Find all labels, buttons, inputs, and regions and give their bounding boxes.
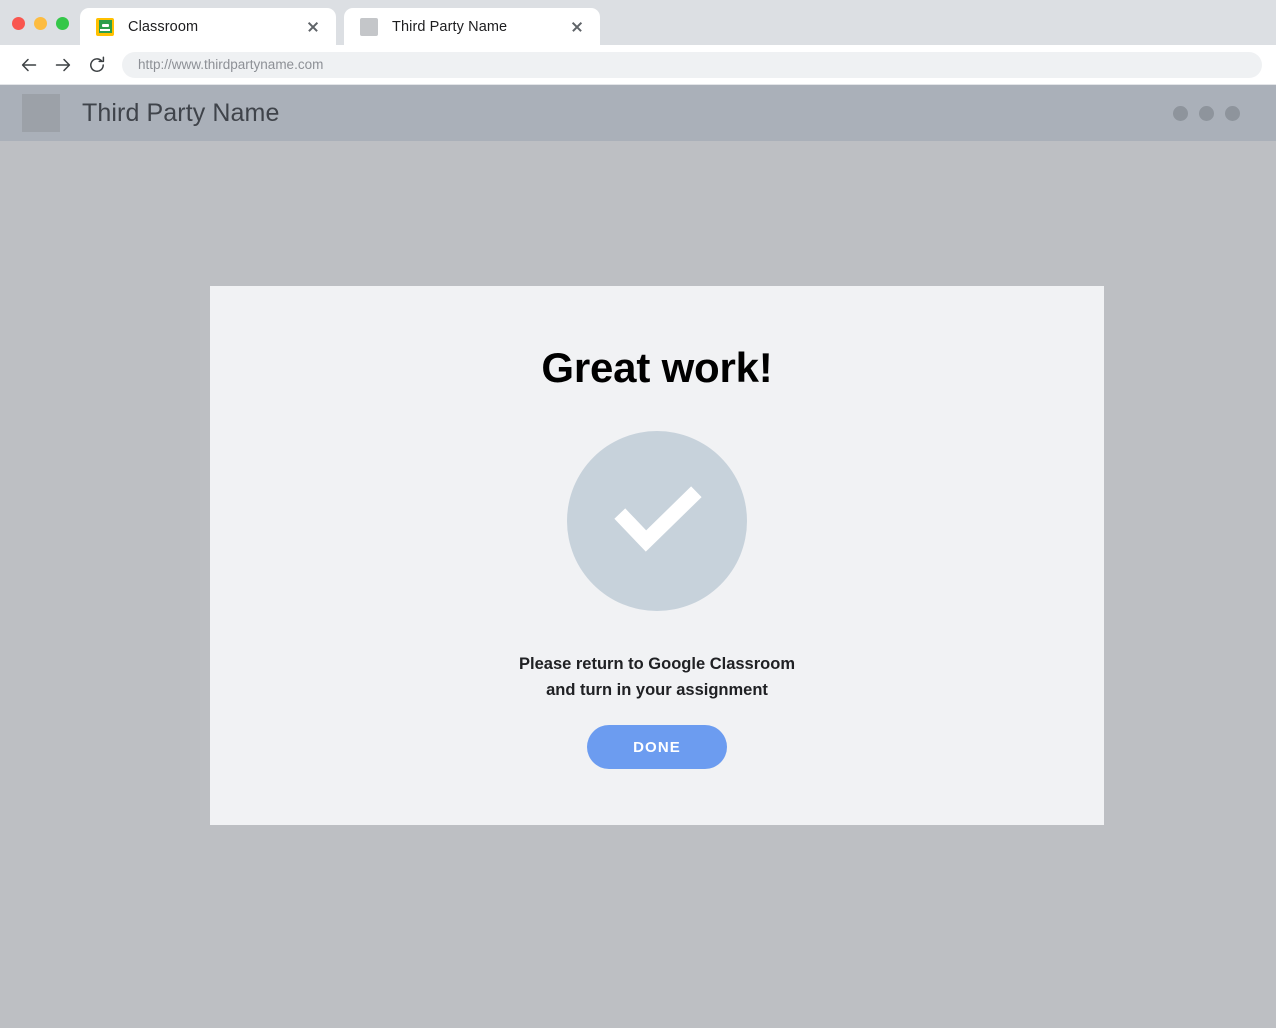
completion-card: Great work! Please return to Google Clas… <box>210 286 1104 825</box>
google-classroom-icon <box>96 17 114 36</box>
card-message: Please return to Google Classroom and tu… <box>519 651 795 703</box>
page-viewport: Third Party Name Great work! Please retu… <box>0 85 1276 1028</box>
tab-third-party-name-close-icon[interactable] <box>568 18 586 36</box>
menu-dot <box>1199 105 1214 121</box>
menu-dot <box>1225 105 1240 121</box>
tab-classroom-close-icon[interactable] <box>304 18 322 36</box>
three-dots-icon[interactable] <box>1173 105 1240 121</box>
browser-window: Classroom Third Party Name http://www.th… <box>0 0 1276 1028</box>
back-icon[interactable] <box>14 50 44 80</box>
site-logo-placeholder <box>22 94 60 132</box>
done-button[interactable]: DONE <box>587 725 727 769</box>
address-bar[interactable]: http://www.thirdpartyname.com <box>122 51 1262 78</box>
tab-third-party-name-label: Third Party Name <box>392 18 508 35</box>
checkmark-icon <box>567 431 747 611</box>
window-close-button[interactable] <box>12 17 25 30</box>
window-minimize-button[interactable] <box>34 17 47 30</box>
card-title: Great work! <box>541 344 773 391</box>
card-message-line-1: Please return to Google Classroom <box>519 655 795 673</box>
window-maximize-button[interactable] <box>56 17 69 30</box>
tab-list: Classroom Third Party Name <box>80 8 600 45</box>
address-bar-value: http://www.thirdpartyname.com <box>138 57 324 72</box>
card-message-line-2: and turn in your assignment <box>546 681 768 699</box>
tab-strip: Classroom Third Party Name <box>0 0 1276 45</box>
site-name: Third Party Name <box>82 98 280 127</box>
tab-classroom[interactable]: Classroom <box>80 8 336 45</box>
tab-classroom-label: Classroom <box>128 18 199 35</box>
reload-icon[interactable] <box>82 50 112 80</box>
tab-third-party-name[interactable]: Third Party Name <box>344 8 600 45</box>
browser-toolbar: http://www.thirdpartyname.com <box>0 45 1276 85</box>
forward-icon[interactable] <box>48 50 78 80</box>
generic-site-icon <box>360 17 378 36</box>
site-header: Third Party Name <box>0 85 1276 141</box>
menu-dot <box>1173 105 1188 121</box>
window-controls <box>12 17 69 30</box>
